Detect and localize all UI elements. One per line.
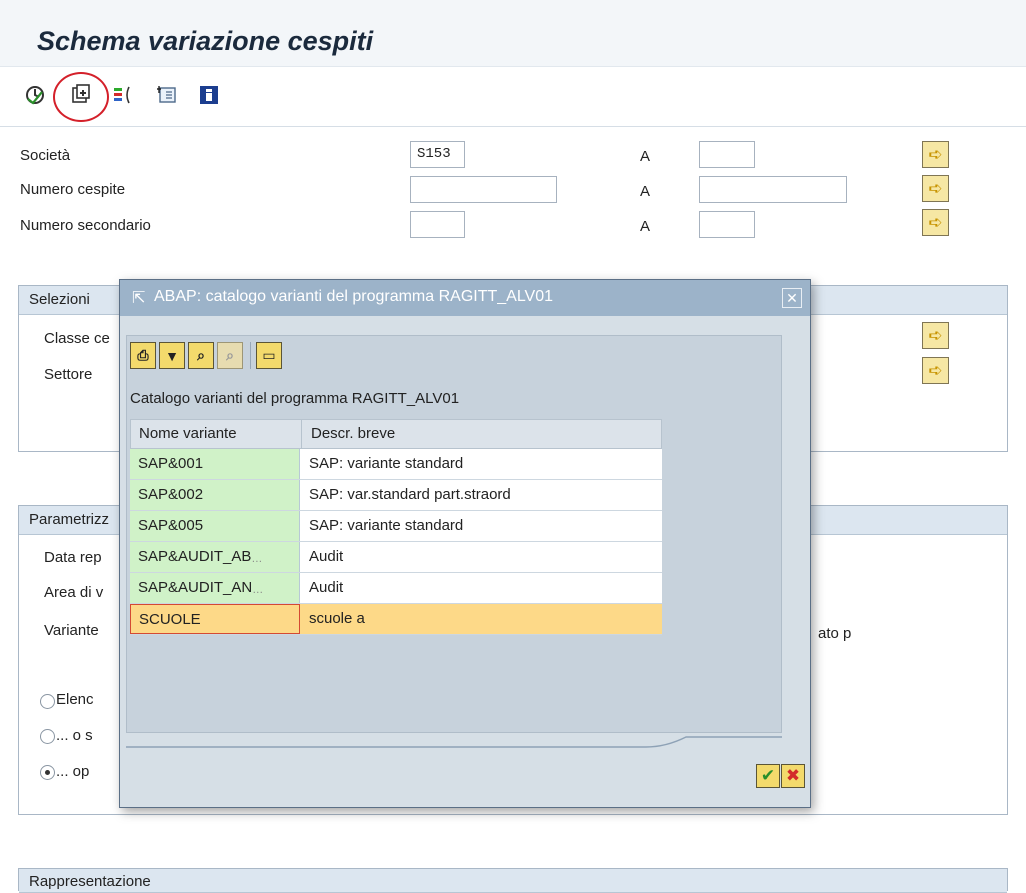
radio-option-2[interactable] [40,729,55,744]
application-toolbar [0,67,1026,127]
table-row[interactable]: SAP&AUDIT_AB… Audit [130,542,662,573]
field-label-area: Area di v [44,584,104,601]
find-icon[interactable]: ⌕ [188,342,214,369]
confirm-button[interactable]: ✔ [756,764,780,788]
table-row[interactable]: SAP&001 SAP: variante standard [130,449,662,480]
field-label-societa: Società [20,147,71,164]
to-label: A [640,148,651,165]
societa-from-input[interactable]: S153 [410,141,465,168]
print-icon[interactable]: ⎙ [130,342,156,369]
multiple-selection-button[interactable]: ➪ [922,357,949,384]
variant-name: SCUOLE [130,604,300,634]
column-header-descr[interactable]: Descr. breve [311,425,395,442]
info-icon[interactable] [198,84,220,106]
field-label-numero-cespite: Numero cespite [20,181,126,198]
field-label-classe: Classe ce [44,330,110,347]
group-title: Parametrizz [29,511,110,528]
multiple-selection-button[interactable]: ➪ [922,322,949,349]
variant-catalog-dialog: ⇱ ABAP: catalogo varianti del programma … [119,279,811,808]
radio-label: ... o s [56,727,93,744]
variant-name: SAP&002 [130,480,300,510]
arrow-right-icon: ➪ [928,144,943,164]
variant-name: SAP&AUDIT_AN… [130,573,300,603]
multiple-selection-button[interactable]: ➪ [922,175,949,202]
table-row-selected[interactable]: SCUOLE scuole a [130,604,662,635]
variant-desc: Audit [309,548,344,565]
highlight-circle [53,72,109,122]
dialog-icon: ⇱ [132,290,146,307]
variant-desc: Audit [309,579,344,596]
field-label-numero-secondario: Numero secondario [20,217,151,234]
table-row[interactable]: SAP&002 SAP: var.standard part.straord [130,480,662,511]
execute-icon[interactable] [24,84,46,106]
table-row[interactable]: SAP&AUDIT_AN… Audit [130,573,662,604]
printer-icon[interactable]: ▭ [256,342,282,369]
variant-desc: scuole a [300,604,662,634]
find-next-icon[interactable]: ⌕ [217,342,243,369]
group-title: Rappresentazione [29,873,151,890]
field-label-variante: Variante [44,622,99,639]
group-title: Selezioni [29,291,90,308]
numero-secondario-from-input[interactable] [410,211,465,238]
dynamic-selections-icon[interactable] [113,84,135,106]
radio-elenco[interactable] [40,694,55,709]
radio-option-3[interactable] [40,765,55,780]
dialog-title: ABAP: catalogo varianti del programma RA… [154,288,553,305]
radio-label: Elenc [56,691,94,708]
numero-secondario-to-input[interactable] [699,211,755,238]
societa-to-input[interactable] [699,141,755,168]
close-icon[interactable]: ✕ [782,288,802,308]
radio-label: ... op [56,763,90,780]
arrow-right-icon: ➪ [928,212,943,232]
to-label: A [640,218,651,235]
dialog-separator [126,736,782,748]
arrow-right-icon: ➪ [928,325,943,345]
numero-cespite-to-input[interactable] [699,176,847,203]
cancel-icon: ✖ [785,766,801,785]
field-label-data-rep: Data rep [44,549,102,566]
checkmark-icon: ✔ [760,766,776,785]
variant-desc: SAP: var.standard part.straord [309,486,511,503]
numero-cespite-from-input[interactable] [410,176,557,203]
variant-name: SAP&005 [130,511,300,541]
multiple-selection-button[interactable]: ➪ [922,141,949,168]
filter-icon[interactable]: ▼ [159,342,185,369]
selection-options-icon[interactable] [156,84,178,106]
table-row[interactable]: SAP&005 SAP: variante standard [130,511,662,542]
variant-name: SAP&AUDIT_AB… [130,542,300,572]
variant-name: SAP&001 [130,449,300,479]
multiple-selection-button[interactable]: ➪ [922,209,949,236]
truncated-text: ato p [818,625,852,642]
column-header-nome[interactable]: Nome variante [139,425,237,442]
field-label-settore: Settore [44,366,93,383]
variant-desc: SAP: variante standard [309,455,464,472]
variant-desc: SAP: variante standard [309,517,464,534]
arrow-right-icon: ➪ [928,360,943,380]
group-rappresentazione: Rappresentazione [18,868,1008,893]
to-label: A [640,183,651,200]
cancel-button[interactable]: ✖ [781,764,805,788]
arrow-right-icon: ➪ [928,178,943,198]
page-title: Schema variazione cespiti [37,26,374,56]
table-header: Nome variante Descr. breve [130,419,662,449]
list-heading: Catalogo varianti del programma RAGITT_A… [130,390,460,407]
